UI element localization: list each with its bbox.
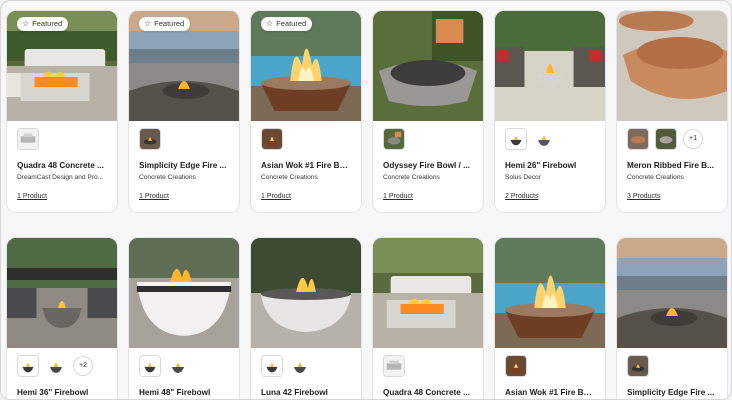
variant-thumbnails: +2	[7, 348, 117, 378]
product-card[interactable]: Quadra 48 Concrete ...	[372, 237, 484, 399]
product-image	[617, 238, 727, 348]
product-grid: ☆ Featured Quadra 48 Concrete ... DreamC…	[1, 1, 731, 399]
variant-thumbnail[interactable]	[505, 128, 527, 150]
variant-thumbnail[interactable]	[533, 128, 555, 150]
product-name[interactable]: Meron Ribbed Fire B...	[617, 151, 727, 170]
product-image	[373, 11, 483, 121]
product-count-link[interactable]: 1 Product	[373, 181, 483, 200]
product-count-link[interactable]: 1 Product	[251, 181, 361, 200]
more-variants-badge[interactable]: +2	[73, 356, 93, 376]
featured-badge: ☆ Featured	[261, 17, 313, 31]
product-photo[interactable]	[7, 238, 117, 348]
product-count-link[interactable]: 1 Product	[129, 181, 239, 200]
variant-thumbnail[interactable]	[261, 355, 283, 377]
product-name[interactable]: Simplicity Edge Fire ...	[617, 378, 727, 397]
product-image	[495, 238, 605, 348]
variant-thumbnail[interactable]	[167, 355, 189, 377]
variant-thumbnail[interactable]	[505, 355, 527, 377]
product-card[interactable]: ☆ Featured Asian Wok #1 Fire Bo... Concr…	[250, 10, 362, 213]
variant-thumbnail[interactable]	[17, 128, 39, 150]
product-name[interactable]: Hemi 48" Firebowl	[129, 378, 239, 397]
product-name[interactable]: Hemi 26" Firebowl	[495, 151, 605, 170]
product-card[interactable]: ☆ Featured Quadra 48 Concrete ... DreamC…	[6, 10, 118, 213]
product-photo[interactable]	[373, 238, 483, 348]
variant-thumbnail[interactable]	[139, 128, 161, 150]
variant-thumbnail[interactable]	[261, 128, 283, 150]
product-name[interactable]: Quadra 48 Concrete ...	[7, 151, 117, 170]
product-image	[617, 11, 727, 121]
product-photo[interactable]	[373, 11, 483, 121]
product-card[interactable]: Hemi 48" Firebowl	[128, 237, 240, 399]
product-card[interactable]: +2 Hemi 36" Firebowl	[6, 237, 118, 399]
product-card[interactable]: Odyssey Fire Bowl / ... Concrete Creatio…	[372, 10, 484, 213]
product-count-link[interactable]: 1 Product	[7, 181, 117, 200]
variant-thumbnails	[373, 121, 483, 151]
brand-name: Concrete Creations	[627, 174, 684, 181]
featured-badge: ☆ Featured	[139, 17, 191, 31]
product-photo[interactable]	[617, 11, 727, 121]
variant-thumbnail[interactable]	[139, 355, 161, 377]
variant-thumbnails	[617, 348, 727, 378]
star-icon: ☆	[22, 19, 30, 28]
product-image	[129, 238, 239, 348]
variant-thumbnails	[7, 121, 117, 151]
product-card[interactable]: Simplicity Edge Fire ...	[616, 237, 728, 399]
star-icon: ☆	[266, 19, 274, 28]
product-name[interactable]: Luna 42 Firebowl	[251, 378, 361, 397]
variant-thumbnail[interactable]	[627, 355, 649, 377]
product-name[interactable]: Hemi 36" Firebowl	[7, 378, 117, 397]
product-count-link[interactable]: 2 Products	[495, 181, 605, 200]
variant-thumbnails	[251, 121, 361, 151]
variant-thumbnail[interactable]	[627, 128, 649, 150]
brand-name: Concrete Creations	[261, 174, 318, 181]
product-card[interactable]: Hemi 26" Firebowl Solus Decor 2 Products	[494, 10, 606, 213]
product-photo[interactable]	[495, 11, 605, 121]
product-count-link[interactable]: 3 Products	[617, 181, 727, 200]
variant-thumbnail[interactable]	[289, 355, 311, 377]
variant-thumbnails	[251, 348, 361, 378]
product-photo[interactable]	[129, 238, 239, 348]
product-photo[interactable]	[495, 238, 605, 348]
variant-thumbnail[interactable]	[655, 128, 677, 150]
variant-thumbnails	[129, 348, 239, 378]
more-variants-badge[interactable]: +1	[683, 129, 703, 149]
brand-name: Concrete Creations	[383, 174, 440, 181]
product-card[interactable]: +1 Meron Ribbed Fire B... Concrete Creat…	[616, 10, 728, 213]
variant-thumbnails	[495, 121, 605, 151]
brand-name: Concrete Creations	[139, 174, 196, 181]
brand-name: DreamCast Design and Pro...	[17, 174, 104, 181]
variant-thumbnail[interactable]	[45, 355, 67, 377]
product-card[interactable]: Asian Wok #1 Fire Bo...	[494, 237, 606, 399]
product-photo[interactable]	[617, 238, 727, 348]
variant-thumbnail[interactable]	[17, 355, 39, 377]
product-card[interactable]: ☆ Featured Simplicity Edge Fire ... Conc…	[128, 10, 240, 213]
product-photo[interactable]: ☆ Featured	[251, 11, 361, 121]
product-name[interactable]: Simplicity Edge Fire ...	[129, 151, 239, 170]
product-image	[251, 238, 361, 348]
product-image	[495, 11, 605, 121]
variant-thumbnails	[495, 348, 605, 378]
brand-name: Solus Decor	[505, 174, 541, 181]
product-name[interactable]: Odyssey Fire Bowl / ...	[373, 151, 483, 170]
product-card[interactable]: Luna 42 Firebowl	[250, 237, 362, 399]
product-name[interactable]: Asian Wok #1 Fire Bo...	[495, 378, 605, 397]
star-icon: ☆	[144, 19, 152, 28]
product-grid-panel: ☆ Featured Quadra 48 Concrete ... DreamC…	[0, 0, 732, 400]
product-name[interactable]: Quadra 48 Concrete ...	[373, 378, 483, 397]
product-photo[interactable]: ☆ Featured	[129, 11, 239, 121]
product-name[interactable]: Asian Wok #1 Fire Bo...	[251, 151, 361, 170]
featured-badge: ☆ Featured	[17, 17, 69, 31]
product-image	[373, 238, 483, 348]
variant-thumbnail[interactable]	[383, 355, 405, 377]
product-image	[7, 238, 117, 348]
variant-thumbnails	[373, 348, 483, 378]
product-photo[interactable]	[251, 238, 361, 348]
variant-thumbnail[interactable]	[383, 128, 405, 150]
product-photo[interactable]: ☆ Featured	[7, 11, 117, 121]
variant-thumbnails	[129, 121, 239, 151]
variant-thumbnails: +1	[617, 121, 727, 151]
